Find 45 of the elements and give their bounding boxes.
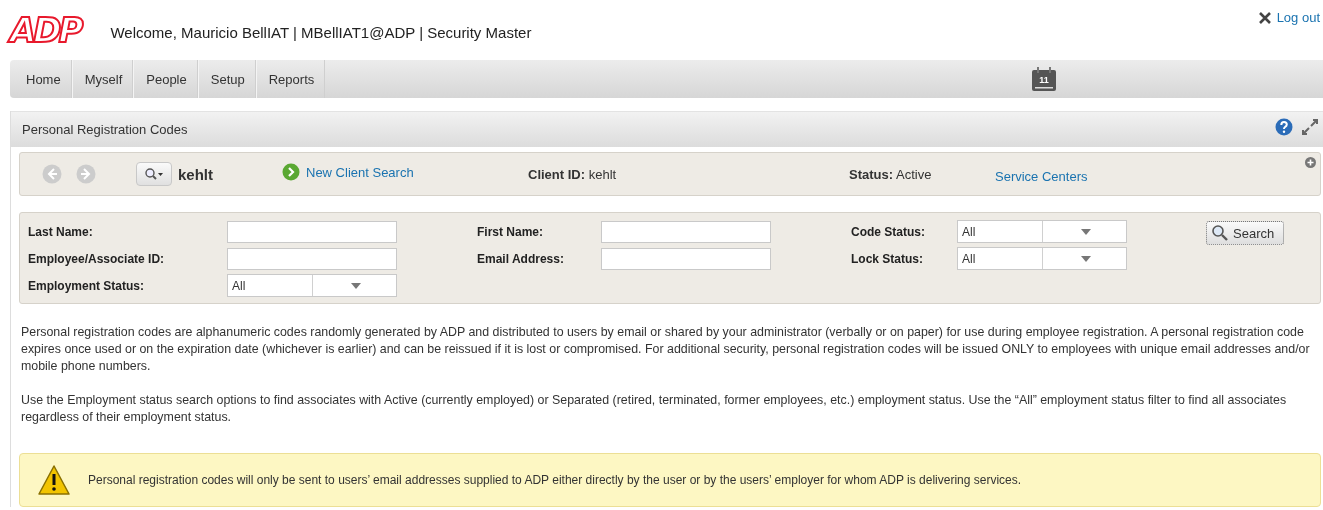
field-label: Code Status: bbox=[850, 224, 926, 239]
caret-icon bbox=[1081, 228, 1092, 235]
search-caret-icon bbox=[144, 167, 164, 181]
help-icon[interactable] bbox=[1275, 118, 1293, 136]
expand-icon[interactable] bbox=[1301, 118, 1319, 136]
input-field[interactable] bbox=[601, 220, 771, 243]
field-label: Lock Status: bbox=[850, 251, 924, 266]
warning-icon bbox=[37, 464, 71, 496]
warning-text: Personal registration codes will only be sent to users’ email addresses supplied to ADP either directly by the user or by the users’ employer for whom ADP is delivering services. bbox=[88, 473, 1022, 487]
caret-icon bbox=[351, 282, 362, 289]
field-label: Email Address: bbox=[476, 251, 565, 266]
arrow-circle-icon bbox=[282, 163, 300, 181]
nav-tab[interactable]: Reports bbox=[255, 60, 326, 98]
input-field[interactable] bbox=[601, 247, 771, 270]
close-icon bbox=[1257, 10, 1272, 25]
nav-tab[interactable]: Myself bbox=[71, 60, 134, 98]
caret-icon bbox=[1081, 255, 1092, 262]
client-id: Client ID: kehlt bbox=[528, 166, 618, 182]
logout-link[interactable]: Log out bbox=[1257, 10, 1320, 25]
field-label: Employee/Associate ID: bbox=[28, 251, 166, 266]
paragraph: Use the Employment status search options to find associates with Active (currently employed) or Separated (retired, terminated, former employees, etc.) employment status. Use the “All” employment status filter to find all associates regardless of their employment status. bbox=[21, 392, 1288, 426]
field-label: First Name: bbox=[476, 224, 545, 239]
dropdown[interactable]: All bbox=[957, 247, 1127, 270]
input-field[interactable] bbox=[227, 220, 397, 243]
service-centers-link[interactable]: Service Centers bbox=[995, 168, 1088, 184]
panel-title: Personal Registration Codes bbox=[22, 122, 188, 137]
input-field[interactable] bbox=[227, 247, 397, 270]
new-client-search-link[interactable]: New Client Search bbox=[282, 163, 528, 181]
back-icon[interactable] bbox=[42, 164, 62, 184]
paragraph: Personal registration codes are alphanumeric codes randomly generated by ADP and distributed to users by email or shared by your administrator (verbally or on paper) for use during employee registration. A personal registration code expires once used or on the expiration date (whichever is earlier) and can be reissued if it is lost or compromised. For additional security, personal registration codes will be issued ONLY to employees with unique email addresses and/or mobile phone numbers. bbox=[21, 324, 1311, 375]
client-lookup-button[interactable] bbox=[136, 162, 172, 186]
field-label: Last Name: bbox=[28, 224, 94, 239]
client-name: kehlt bbox=[178, 165, 214, 183]
search-icon bbox=[1211, 224, 1229, 242]
nav-tab[interactable]: People bbox=[133, 60, 198, 98]
search-button[interactable]: Search bbox=[1206, 221, 1285, 245]
client-status: Status: Active bbox=[849, 166, 933, 182]
dropdown[interactable]: All bbox=[957, 220, 1127, 243]
welcome-text: Welcome, Mauricio BellIAT | MBellIAT1@ADP | Security Master bbox=[110, 23, 532, 41]
forward-icon[interactable] bbox=[76, 164, 96, 184]
nav-tab[interactable]: Home bbox=[10, 60, 72, 98]
field-label: Employment Status: bbox=[28, 278, 145, 293]
plus-icon[interactable] bbox=[1305, 157, 1316, 168]
nav-tab[interactable]: Setup bbox=[197, 60, 256, 98]
dropdown[interactable]: All bbox=[227, 274, 397, 297]
